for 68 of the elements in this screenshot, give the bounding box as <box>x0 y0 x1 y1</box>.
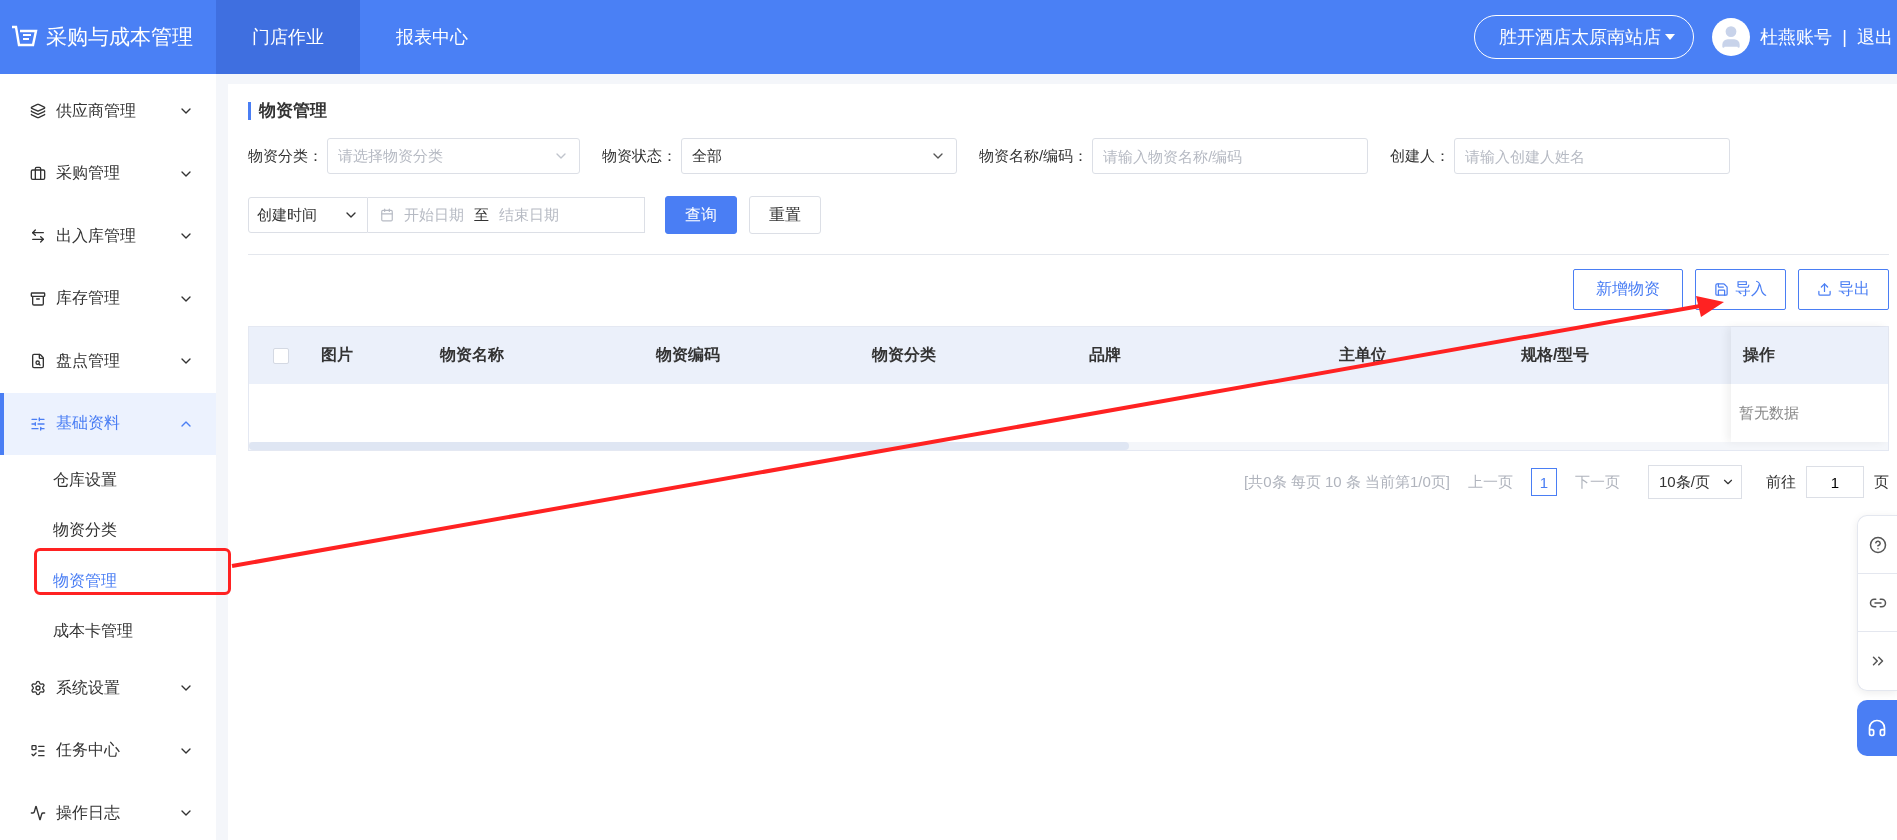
column-header: 图片 <box>321 345 354 365</box>
goto-label: 前往 <box>1766 472 1796 492</box>
sidebar-item[interactable]: 库存管理 <box>0 267 216 330</box>
nav-tab[interactable]: 门店作业 <box>216 0 360 74</box>
column-header: 规格/型号 <box>1521 345 1591 365</box>
filter-label: 物资名称/编码： <box>979 146 1089 166</box>
upload-icon <box>1817 282 1832 297</box>
help-icon <box>1868 535 1887 554</box>
sidebar-item[interactable]: 采购管理 <box>0 142 216 205</box>
scrollbar-thumb[interactable] <box>249 442 1129 450</box>
support-button[interactable] <box>1857 700 1897 756</box>
page-title: 物资管理 <box>248 102 1889 120</box>
separator: | <box>1842 26 1847 48</box>
column-header: 操作 <box>1731 327 1888 384</box>
search-button[interactable]: 查询 <box>665 196 737 234</box>
avatar-icon <box>1712 18 1751 56</box>
user-name: 杜燕账号 <box>1760 26 1833 49</box>
nav-tab[interactable]: 报表中心 <box>360 0 504 74</box>
column-header: 主单位 <box>1339 345 1388 365</box>
headset-icon <box>1867 718 1887 738</box>
menu-icon <box>30 805 46 822</box>
menu-icon <box>30 290 46 307</box>
sidebar-item[interactable]: 基础资料 <box>0 392 216 455</box>
menu-icon <box>30 165 46 182</box>
column-header: 物资分类 <box>872 345 937 365</box>
select-field[interactable]: 全部 <box>681 138 957 174</box>
date-type-select[interactable]: 创建时间 <box>248 197 368 233</box>
select-all-checkbox[interactable] <box>273 347 289 364</box>
menu-icon <box>30 228 46 245</box>
export-button[interactable]: 导出 <box>1798 269 1889 310</box>
caret-icon <box>1665 34 1676 40</box>
menu-icon <box>30 680 46 697</box>
logout-link[interactable]: 退出 <box>1857 25 1893 49</box>
input-field[interactable]: 请输入创建人姓名 <box>1454 138 1731 174</box>
date-range-field[interactable]: 开始日期 至 结束日期 <box>368 197 645 233</box>
page-number[interactable]: 1 <box>1531 468 1557 496</box>
calendar-icon <box>380 208 394 222</box>
page-suffix: 页 <box>1874 472 1889 492</box>
sidebar-subitem[interactable]: 物资分类 <box>0 505 216 556</box>
column-header: 物资名称 <box>440 345 505 365</box>
menu-icon <box>30 742 46 759</box>
add-button[interactable]: 新增物资 <box>1573 269 1683 310</box>
pagination-summary: [共0条 每页 10 条 当前第1/0页] <box>1244 472 1450 492</box>
sidebar-item[interactable]: 任务中心 <box>0 719 216 782</box>
menu-icon <box>30 415 46 432</box>
sidebar-item[interactable]: 盘点管理 <box>0 330 216 393</box>
sidebar-item[interactable]: 供应商管理 <box>0 80 216 143</box>
sidebar-item[interactable]: 出入库管理 <box>0 205 216 268</box>
empty-text: 暂无数据 <box>1738 402 1800 423</box>
column-header: 品牌 <box>1089 345 1122 365</box>
filter-label: 创建人： <box>1390 146 1451 166</box>
app-title: 采购与成本管理 <box>46 24 193 50</box>
input-field[interactable]: 请输入物资名称/编码 <box>1092 138 1369 174</box>
sidebar-item[interactable]: 系统设置 <box>0 657 216 720</box>
filter-label: 物资分类： <box>248 146 323 166</box>
page-input[interactable]: 1 <box>1806 466 1864 498</box>
menu-icon <box>30 353 46 370</box>
page-size-select[interactable]: 10条/页 <box>1648 465 1742 499</box>
column-header: 物资编码 <box>656 345 721 365</box>
import-button[interactable]: 导入 <box>1695 269 1786 310</box>
sidebar-subitem[interactable]: 仓库设置 <box>0 455 216 506</box>
sidebar-subitem[interactable]: 物资管理 <box>0 556 216 607</box>
filter-label: 物资状态： <box>602 146 677 166</box>
reset-button[interactable]: 重置 <box>749 196 821 234</box>
menu-icon <box>30 103 46 120</box>
save-icon <box>1714 282 1729 297</box>
sidebar-item[interactable]: 操作日志 <box>0 782 216 840</box>
sidebar-subitem[interactable]: 成本卡管理 <box>0 606 216 657</box>
